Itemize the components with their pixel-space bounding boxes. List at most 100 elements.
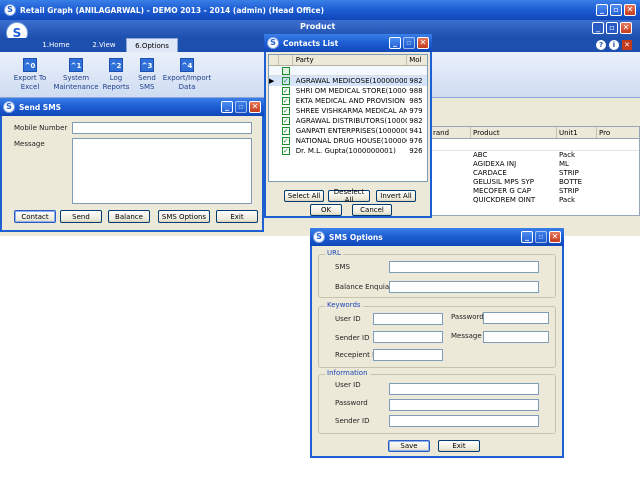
contact-checkbox[interactable]: ✓ — [281, 77, 290, 85]
send-sms-maximize-button[interactable]: ▫ — [235, 101, 247, 113]
maximize-button[interactable]: ▫ — [610, 4, 622, 16]
sms-url-input[interactable] — [389, 261, 539, 273]
message-textarea[interactable] — [72, 138, 252, 204]
mobile-number-label: Mobile Number — [14, 124, 68, 132]
contact-row[interactable]: ✓ SHREE VISHKARMA MEDICAL AND 979 — [269, 106, 427, 116]
grid-header-brand[interactable]: rand — [431, 127, 471, 138]
sms-options-title-bar: S SMS Options _ ▫ ✕ — [310, 228, 564, 246]
contacts-minimize-button[interactable]: _ — [389, 37, 401, 49]
send-sms-close-button[interactable]: ✕ — [249, 101, 261, 113]
export-excel-icon: ^0 — [23, 58, 37, 72]
url-group-title: URL — [325, 249, 343, 257]
deselect-all-button[interactable]: Deselect All — [328, 188, 370, 204]
keywords-group-title: Keywords — [325, 301, 363, 309]
keywords-password-input[interactable] — [483, 312, 549, 324]
close-button[interactable]: ✕ — [624, 4, 636, 16]
grid-row[interactable]: CARDACE STRIP — [431, 169, 639, 178]
url-group: URL SMS Balance Enquiary — [318, 249, 556, 298]
contacts-header-mobile[interactable]: Mol — [407, 55, 427, 65]
keywords-user-id-input[interactable] — [373, 313, 443, 325]
send-sms-dialog: Mobile Number Message Contact Send Balan… — [0, 116, 264, 232]
exit-app-icon[interactable]: ✕ — [622, 40, 632, 50]
export-import-label: Export/Import Data — [162, 74, 212, 91]
grid-row[interactable]: MECOFER G CAP STRIP — [431, 187, 639, 196]
send-sms-exit-button[interactable]: Exit — [216, 210, 258, 223]
grid-row[interactable]: AGIDEXA INJ ML — [431, 160, 639, 169]
grid-header-unit[interactable]: Unit1 — [557, 127, 597, 138]
log-reports-button[interactable]: ^2 Log Reports — [100, 56, 132, 96]
balance-button[interactable]: Balance — [108, 210, 150, 223]
info-sender-id-input[interactable] — [389, 415, 539, 427]
contact-checkbox[interactable]: ✓ — [281, 127, 290, 135]
contact-row[interactable]: ✓ AGRAWAL DISTRIBUTORS(1000000 982 — [269, 116, 427, 126]
contacts-maximize-button[interactable]: ▫ — [403, 37, 415, 49]
contacts-filter-row — [269, 66, 427, 76]
info-sender-id-label: Sender ID — [335, 417, 370, 425]
ribbon-restore-icon[interactable]: ▫ — [606, 22, 618, 34]
grid-header: rand Product Unit1 Pro — [431, 127, 639, 139]
keywords-message-label: Message — [451, 332, 482, 340]
balance-enquiry-label: Balance Enquiary — [335, 283, 397, 291]
contact-checkbox[interactable]: ✓ — [281, 147, 290, 155]
contact-checkbox[interactable]: ✓ — [281, 107, 290, 115]
contact-checkbox[interactable]: ✓ — [281, 97, 290, 105]
info-icon[interactable]: i — [609, 40, 619, 50]
sms-options-close-button[interactable]: ✕ — [549, 231, 561, 243]
contacts-close-button[interactable]: ✕ — [417, 37, 429, 49]
sms-options-exit-button[interactable]: Exit — [438, 440, 480, 452]
invert-all-button[interactable]: Invert All — [376, 190, 416, 202]
sms-options-button[interactable]: SMS Options — [158, 210, 210, 223]
grid-row[interactable]: QUICKDREM OINT Pack — [431, 196, 639, 205]
select-all-button[interactable]: Select All — [284, 190, 324, 202]
ribbon-close-icon[interactable]: ✕ — [620, 22, 632, 34]
ribbon-minimize-icon[interactable]: _ — [592, 22, 604, 34]
contact-checkbox[interactable]: ✓ — [281, 117, 290, 125]
contact-button[interactable]: Contact — [14, 210, 56, 223]
system-maintenance-button[interactable]: ^1 System Maintenance — [52, 56, 100, 96]
info-user-id-input[interactable] — [389, 383, 539, 395]
tab-home[interactable]: 1.Home — [36, 39, 76, 51]
information-group: Information User ID Password Sender ID — [318, 369, 556, 434]
ribbon-sub-title: Product — [300, 22, 336, 31]
contacts-header-party[interactable]: Party — [293, 55, 408, 65]
sms-options-save-button[interactable]: Save — [388, 440, 430, 452]
contact-row[interactable]: ✓ NATIONAL DRUG HOUSE(10000000 976 — [269, 136, 427, 146]
info-password-input[interactable] — [389, 399, 539, 411]
contact-checkbox[interactable]: ✓ — [281, 87, 290, 95]
sms-options-minimize-button[interactable]: _ — [521, 231, 533, 243]
tab-options[interactable]: 6.Options — [126, 38, 178, 52]
grid-header-product[interactable]: Product — [471, 127, 557, 138]
balance-enquiry-input[interactable] — [389, 281, 539, 293]
contact-row[interactable]: ✓ SHRI OM MEDICAL STORE(1000000 988 — [269, 86, 427, 96]
contact-checkbox[interactable]: ✓ — [281, 137, 290, 145]
contacts-ok-button[interactable]: OK — [310, 204, 342, 216]
contact-row[interactable]: ▶ ✓ AGRAWAL MEDICOSE(10000000000 982 — [269, 76, 427, 86]
send-button[interactable]: Send — [60, 210, 102, 223]
sms-options-title: SMS Options — [329, 232, 383, 242]
grid-row[interactable]: GELUSIL MPS SYP BOTTE — [431, 178, 639, 187]
keywords-message-input[interactable] — [483, 331, 549, 343]
ribbon-right-controls: _ ▫ ✕ — [590, 22, 632, 34]
mobile-number-input[interactable] — [72, 122, 252, 134]
help-icon[interactable]: ? — [596, 40, 606, 50]
send-sms-minimize-button[interactable]: _ — [221, 101, 233, 113]
export-excel-button[interactable]: ^0 Export To Excel — [10, 56, 50, 96]
keywords-sender-id-label: Sender ID — [335, 334, 370, 342]
main-title-bar: S Retail Graph (ANILAGARWAL) - DEMO 2013… — [0, 0, 640, 20]
keywords-password-label: Password — [451, 313, 484, 321]
contacts-cancel-button[interactable]: Cancel — [352, 204, 392, 216]
export-import-icon: ^4 — [180, 58, 194, 72]
keywords-sender-id-input[interactable] — [373, 331, 443, 343]
export-import-button[interactable]: ^4 Export/Import Data — [162, 56, 212, 96]
contact-row[interactable]: ✓ EKTA MEDICAL AND PROVISION ST 985 — [269, 96, 427, 106]
header-checkbox[interactable] — [282, 67, 290, 75]
grid-row[interactable]: ABC Pack — [431, 151, 639, 160]
contact-row[interactable]: ✓ GANPATI ENTERPRISES(100000000 941 — [269, 126, 427, 136]
sms-options-maximize-button[interactable]: ▫ — [535, 231, 547, 243]
tab-view[interactable]: 2.View — [84, 39, 124, 51]
send-sms-button[interactable]: ^3 Send SMS — [132, 56, 162, 96]
grid-header-pro[interactable]: Pro — [597, 127, 637, 138]
minimize-button[interactable]: _ — [596, 4, 608, 16]
contact-row[interactable]: ✓ Dr. M.L. Gupta(1000000001) 926 — [269, 146, 427, 156]
keywords-recipient-input[interactable] — [373, 349, 443, 361]
